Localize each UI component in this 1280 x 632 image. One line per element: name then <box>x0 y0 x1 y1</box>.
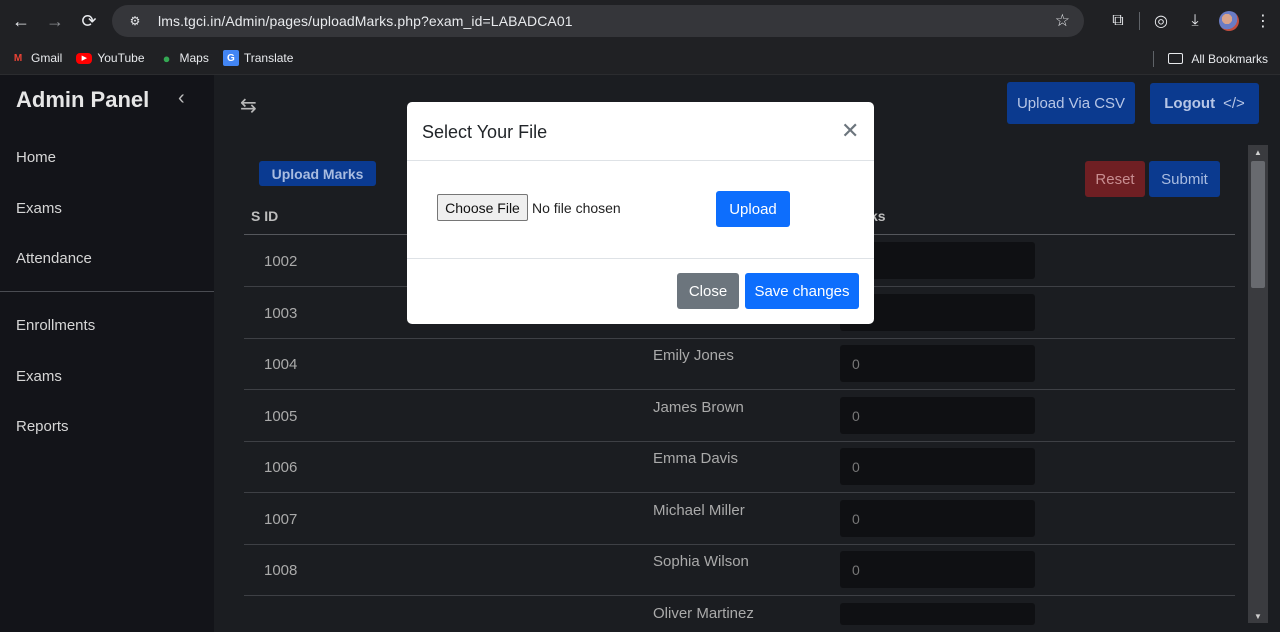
sidebar-item-reports[interactable]: Reports <box>16 418 69 435</box>
sidebar-item-exams-2[interactable]: Exams <box>16 368 62 385</box>
sidebar-item-enrollments[interactable]: Enrollments <box>16 317 95 334</box>
code-icon: </> <box>1223 95 1245 112</box>
marks-input[interactable] <box>840 603 1035 625</box>
logout-label: Logout <box>1164 95 1216 112</box>
scroll-up-icon[interactable]: ▲ <box>1248 145 1268 159</box>
marks-input[interactable]: 0 <box>840 448 1035 485</box>
table-row: 1005 James Brown 0 <box>244 390 1235 442</box>
student-name: Emma Davis <box>653 450 739 467</box>
student-id: 1007 <box>264 511 298 528</box>
table-row: 1008 Sophia Wilson 0 <box>244 544 1235 596</box>
marks-input[interactable]: 0 <box>840 551 1035 588</box>
bookmarks-bar: M Gmail ▶ YouTube ● Maps G Translate All… <box>0 42 1280 75</box>
address-bar[interactable]: ⚙ lms.tgci.in/Admin/pages/uploadMarks.ph… <box>112 5 1084 37</box>
save-changes-button[interactable]: Save changes <box>745 273 859 309</box>
student-name: Michael Miller <box>653 502 745 519</box>
browser-toolbar: ← → ⟳ ⚙ lms.tgci.in/Admin/pages/uploadMa… <box>0 0 1280 42</box>
translate-icon: G <box>222 50 239 66</box>
submit-button[interactable]: Submit <box>1149 161 1220 197</box>
menu-icon[interactable]: ⋮ <box>1246 5 1280 37</box>
upload-marks-badge: Upload Marks <box>259 161 376 186</box>
choose-file-button[interactable]: Choose File <box>437 194 528 221</box>
page-scrollbar[interactable]: ▲ ▼ <box>1248 145 1268 623</box>
swap-arrows-icon[interactable]: ⇆ <box>240 93 257 118</box>
profile-avatar[interactable] <box>1212 5 1246 37</box>
toolbar-divider <box>1139 12 1140 30</box>
sidebar-item-exams[interactable]: Exams <box>16 200 62 217</box>
student-id: 1002 <box>264 253 298 270</box>
bookmark-translate[interactable]: G Translate <box>222 50 294 66</box>
sidebar-item-attendance[interactable]: Attendance <box>16 250 92 267</box>
sidebar-item-home[interactable]: Home <box>16 149 56 166</box>
site-info-icon[interactable]: ⚙ <box>124 10 146 32</box>
scrollbar-thumb[interactable] <box>1251 161 1265 288</box>
sidebar: Admin Panel ‹ Home Exams Attendance Enro… <box>0 75 214 632</box>
bookmark-maps[interactable]: ● Maps <box>159 50 209 66</box>
all-bookmarks-label: All Bookmarks <box>1191 51 1268 66</box>
table-row: 1004 Emily Jones 0 <box>244 338 1235 390</box>
scroll-down-icon[interactable]: ▼ <box>1248 609 1268 623</box>
chevron-left-icon[interactable]: ‹ <box>178 87 185 110</box>
student-id: 1004 <box>264 356 298 373</box>
url-text[interactable]: lms.tgci.in/Admin/pages/uploadMarks.php?… <box>158 13 573 29</box>
logout-button[interactable]: Logout </> <box>1150 83 1259 124</box>
student-name: Oliver Martinez <box>653 605 754 622</box>
bookmark-star-icon[interactable]: ☆ <box>1055 11 1070 31</box>
back-icon[interactable]: ← <box>4 4 38 38</box>
sidebar-divider <box>0 291 214 292</box>
bookmark-label: Translate <box>243 51 294 65</box>
bookmark-label: YouTube <box>97 51 145 65</box>
upload-via-csv-button[interactable]: Upload Via CSV <box>1007 82 1135 124</box>
avatar <box>1219 11 1239 31</box>
bookmark-youtube[interactable]: ▶ YouTube <box>76 51 145 65</box>
table-row: Oliver Martinez <box>244 596 1235 632</box>
student-id: 1005 <box>264 408 298 425</box>
reload-icon[interactable]: ⟳ <box>72 4 106 38</box>
youtube-icon: ▶ <box>76 52 93 64</box>
folder-icon <box>1168 53 1184 64</box>
table-row: 1007 Michael Miller 0 <box>244 493 1235 545</box>
upload-button[interactable]: Upload <box>716 191 790 227</box>
student-id: 1008 <box>264 562 298 579</box>
gmail-icon: M <box>13 52 23 64</box>
forward-icon[interactable]: → <box>38 4 72 38</box>
student-name: James Brown <box>653 399 744 416</box>
student-id: 1006 <box>264 459 298 476</box>
download-icon[interactable]: ⤓ <box>1178 5 1212 37</box>
marks-input[interactable]: 0 <box>840 397 1035 434</box>
modal-title: Select Your File <box>422 122 548 142</box>
column-header-sid: S ID <box>251 208 279 224</box>
student-id: 1003 <box>264 305 298 322</box>
modal-header: Select Your File ✕ <box>407 102 874 161</box>
modal-footer-divider <box>407 258 874 259</box>
extensions-icon[interactable]: ⧉ <box>1101 5 1135 37</box>
all-bookmarks[interactable]: All Bookmarks <box>1153 42 1268 75</box>
close-button[interactable]: Close <box>677 273 739 309</box>
maps-icon: ● <box>162 50 171 66</box>
table-row: 1006 Emma Davis 0 <box>244 441 1235 493</box>
marks-input[interactable]: 0 <box>840 345 1035 382</box>
student-name: Emily Jones <box>653 347 734 364</box>
bookmark-gmail[interactable]: M Gmail <box>10 50 63 66</box>
bookmarks-divider <box>1153 50 1155 67</box>
file-status-text: No file chosen <box>532 200 621 216</box>
student-name: Sophia Wilson <box>653 553 749 570</box>
bookmark-label: Maps <box>179 51 209 65</box>
marks-input[interactable]: 0 <box>840 500 1035 537</box>
reset-button[interactable]: Reset <box>1085 161 1145 197</box>
close-icon[interactable]: ✕ <box>841 118 859 144</box>
performance-icon[interactable]: ◎ <box>1144 5 1178 37</box>
select-file-modal: Select Your File ✕ Choose File No file c… <box>407 102 874 324</box>
brand-title: Admin Panel <box>16 87 150 112</box>
browser-actions: ⧉ ◎ ⤓ ⋮ <box>1101 5 1280 37</box>
bookmark-label: Gmail <box>31 51 63 65</box>
